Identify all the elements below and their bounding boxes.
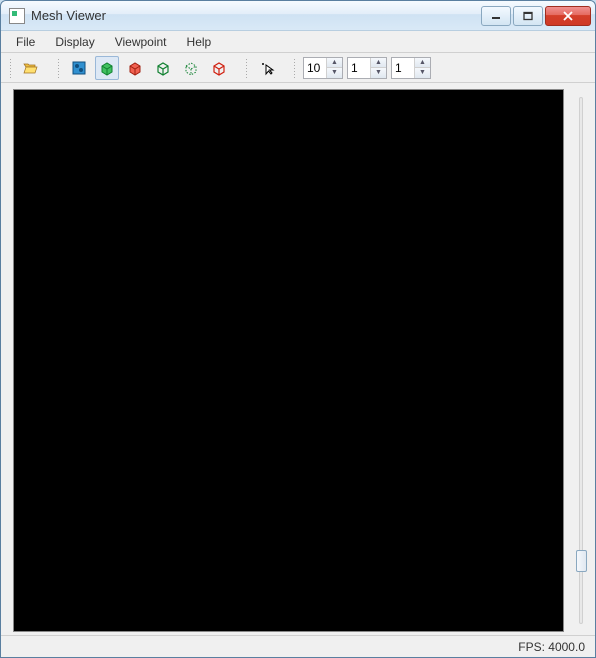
menu-file[interactable]: File — [7, 33, 44, 51]
slider-thumb[interactable] — [576, 550, 587, 572]
display-points-button[interactable] — [67, 56, 91, 80]
display-wireframe-green-button[interactable] — [151, 56, 175, 80]
spinner-b-input[interactable] — [348, 58, 370, 78]
menu-display[interactable]: Display — [46, 33, 103, 51]
minimize-button[interactable] — [481, 6, 511, 26]
spinner-b-down[interactable]: ▼ — [371, 68, 386, 78]
cube-wireframe-icon — [127, 60, 143, 76]
close-icon — [561, 11, 575, 21]
minimize-icon — [490, 11, 502, 21]
vertical-slider[interactable] — [570, 89, 592, 632]
toolbar-grip — [57, 58, 61, 78]
display-wireframe-red-outline-button[interactable] — [207, 56, 231, 80]
window-title: Mesh Viewer — [31, 8, 481, 23]
cube-outline-red-icon — [211, 60, 227, 76]
window-controls — [481, 6, 591, 26]
app-icon — [9, 8, 25, 24]
menu-help[interactable]: Help — [178, 33, 221, 51]
cube-solid-icon — [99, 60, 115, 76]
app-window: Mesh Viewer File Display Viewpoint Help — [0, 0, 596, 658]
spinner-b: ▲ ▼ — [347, 57, 387, 79]
close-button[interactable] — [545, 6, 591, 26]
display-hidden-line-button[interactable] — [179, 56, 203, 80]
cursor-plus-icon — [259, 60, 275, 76]
toolbar-grip — [245, 58, 249, 78]
menu-bar: File Display Viewpoint Help — [1, 31, 595, 53]
points-icon — [71, 60, 87, 76]
toolbar-grip — [9, 58, 13, 78]
content-area — [1, 83, 595, 635]
title-bar[interactable]: Mesh Viewer — [1, 1, 595, 31]
status-bar: FPS: 4000.0 — [1, 635, 595, 657]
toolbar-grip — [293, 58, 297, 78]
spinner-c: ▲ ▼ — [391, 57, 431, 79]
pick-tool-button[interactable] — [255, 56, 279, 80]
spinner-c-up[interactable]: ▲ — [415, 58, 430, 69]
maximize-icon — [522, 11, 534, 21]
folder-open-icon — [23, 60, 39, 76]
spinner-a-down[interactable]: ▼ — [327, 68, 342, 78]
tool-bar: ▲ ▼ ▲ ▼ ▲ ▼ — [1, 53, 595, 83]
cube-dashed-icon — [183, 60, 199, 76]
menu-viewpoint[interactable]: Viewpoint — [106, 33, 176, 51]
spinner-a-up[interactable]: ▲ — [327, 58, 342, 69]
cube-outline-green-icon — [155, 60, 171, 76]
spinner-a-input[interactable] — [304, 58, 326, 78]
display-wireframe-red-button[interactable] — [123, 56, 147, 80]
spinner-b-up[interactable]: ▲ — [371, 58, 386, 69]
open-file-button[interactable] — [19, 56, 43, 80]
spinner-c-down[interactable]: ▼ — [415, 68, 430, 78]
maximize-button[interactable] — [513, 6, 543, 26]
slider-track — [579, 97, 583, 624]
spinner-c-input[interactable] — [392, 58, 414, 78]
display-solid-button[interactable] — [95, 56, 119, 80]
mesh-viewport[interactable] — [13, 89, 564, 632]
spinner-a: ▲ ▼ — [303, 57, 343, 79]
fps-label: FPS: 4000.0 — [518, 640, 585, 654]
